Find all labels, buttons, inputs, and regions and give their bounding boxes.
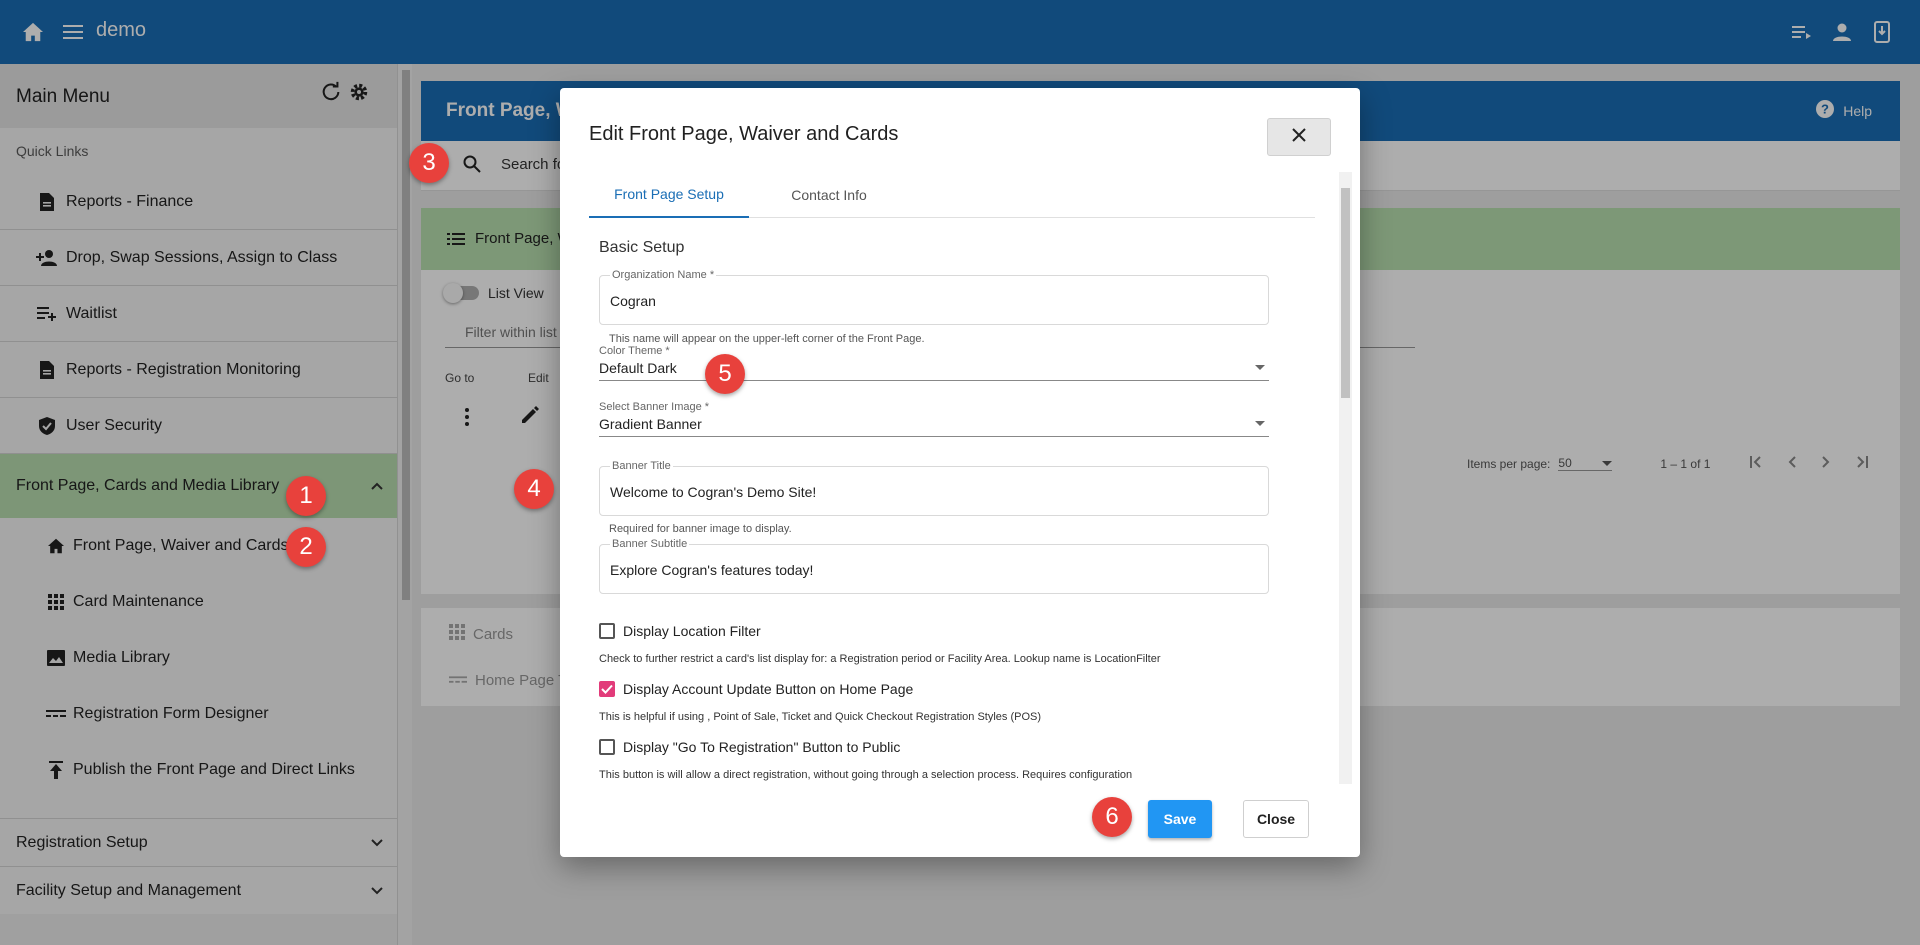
color-theme-select[interactable]: Color Theme * Default Dark bbox=[599, 345, 1269, 381]
banner-subtitle-value: Explore Cogran's features today! bbox=[610, 562, 814, 578]
tab-contact-info[interactable]: Contact Info bbox=[749, 172, 909, 218]
location-filter-checkbox-row[interactable]: Display Location Filter bbox=[599, 623, 761, 639]
banner-subtitle-label: Banner Subtitle bbox=[610, 538, 690, 550]
dialog-body: Front Page Setup Contact Info Basic Setu… bbox=[589, 172, 1335, 784]
save-button[interactable]: Save bbox=[1148, 800, 1212, 838]
go-to-registration-label: Display "Go To Registration" Button to P… bbox=[623, 739, 901, 755]
banner-title-label: Banner Title bbox=[610, 460, 673, 472]
account-update-label: Display Account Update Button on Home Pa… bbox=[623, 681, 914, 697]
close-icon bbox=[1292, 127, 1306, 147]
account-update-help: This is helpful if using , Point of Sale… bbox=[599, 711, 1042, 723]
organization-name-field[interactable]: Organization Name * Cogran bbox=[599, 269, 1269, 325]
banner-title-field[interactable]: Banner Title Welcome to Cogran's Demo Si… bbox=[599, 460, 1269, 516]
banner-image-value: Gradient Banner bbox=[599, 416, 702, 432]
banner-image-select[interactable]: Select Banner Image * Gradient Banner bbox=[599, 401, 1269, 437]
banner-title-hint: Required for banner image to display. bbox=[609, 523, 792, 535]
go-to-registration-checkbox[interactable] bbox=[599, 739, 615, 755]
banner-title-value: Welcome to Cogran's Demo Site! bbox=[610, 484, 817, 500]
close-button[interactable]: Close bbox=[1243, 800, 1309, 838]
account-update-checkbox[interactable] bbox=[599, 681, 615, 697]
edit-front-page-dialog: Edit Front Page, Waiver and Cards Front … bbox=[560, 88, 1360, 857]
dropdown-arrow-icon bbox=[1255, 421, 1265, 426]
tab-front-page-setup[interactable]: Front Page Setup bbox=[589, 172, 749, 218]
location-filter-label: Display Location Filter bbox=[623, 623, 761, 639]
dialog-close-button[interactable] bbox=[1267, 118, 1331, 156]
organization-name-hint: This name will appear on the upper-left … bbox=[609, 333, 925, 345]
dialog-scrollbar[interactable] bbox=[1339, 172, 1352, 784]
color-theme-label: Color Theme * bbox=[599, 345, 670, 357]
step-badge-4: 4 bbox=[514, 469, 554, 509]
location-filter-help: Check to further restrict a card's list … bbox=[599, 653, 1161, 665]
organization-name-label: Organization Name * bbox=[610, 269, 717, 281]
organization-name-value: Cogran bbox=[610, 293, 656, 309]
banner-image-label: Select Banner Image * bbox=[599, 401, 710, 413]
step-badge-6: 6 bbox=[1092, 797, 1132, 837]
banner-subtitle-field[interactable]: Banner Subtitle Explore Cogran's feature… bbox=[599, 538, 1269, 594]
location-filter-checkbox[interactable] bbox=[599, 623, 615, 639]
step-badge-1: 1 bbox=[286, 476, 326, 516]
step-badge-2: 2 bbox=[286, 527, 326, 567]
dropdown-arrow-icon bbox=[1255, 365, 1265, 370]
dialog-tabs: Front Page Setup Contact Info bbox=[589, 172, 1315, 218]
account-update-checkbox-row[interactable]: Display Account Update Button on Home Pa… bbox=[599, 681, 913, 697]
color-theme-value: Default Dark bbox=[599, 360, 677, 376]
step-badge-5: 5 bbox=[705, 354, 745, 394]
scrollbar-thumb[interactable] bbox=[1341, 188, 1350, 398]
step-badge-3: 3 bbox=[409, 143, 449, 183]
go-to-registration-help: This button is will allow a direct regis… bbox=[599, 769, 1133, 781]
go-to-registration-checkbox-row[interactable]: Display "Go To Registration" Button to P… bbox=[599, 739, 900, 755]
section-title-basic-setup: Basic Setup bbox=[599, 239, 685, 256]
checkmark-icon bbox=[601, 684, 613, 694]
dialog-title: Edit Front Page, Waiver and Cards bbox=[589, 123, 899, 145]
